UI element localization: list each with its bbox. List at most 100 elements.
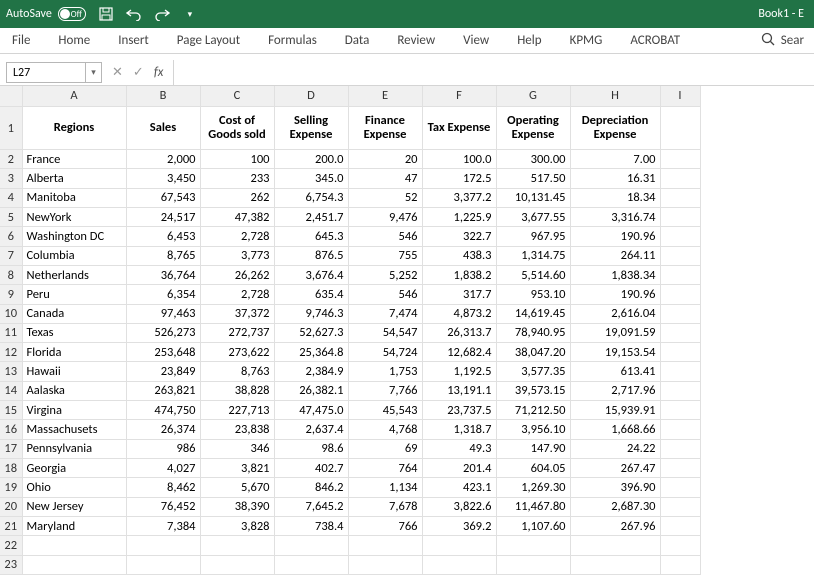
cell-sell[interactable]: 98.6 bbox=[274, 439, 348, 458]
cell-empty[interactable] bbox=[200, 555, 274, 574]
col-head-H[interactable]: H bbox=[570, 86, 660, 107]
search-icon[interactable] bbox=[761, 32, 775, 50]
row-head-12[interactable]: 12 bbox=[0, 343, 22, 362]
cell-tax[interactable]: 172.5 bbox=[422, 169, 496, 188]
cell-op[interactable]: 1,269.30 bbox=[496, 478, 570, 497]
cell-empty[interactable] bbox=[200, 536, 274, 555]
row-head-1[interactable]: 1 bbox=[0, 107, 22, 150]
tab-insert[interactable]: Insert bbox=[116, 29, 151, 52]
cancel-icon[interactable]: ✕ bbox=[112, 65, 123, 80]
header-cell[interactable]: Finance Expense bbox=[348, 107, 422, 150]
cell-op[interactable]: 39,573.15 bbox=[496, 381, 570, 400]
cell-fin[interactable]: 546 bbox=[348, 227, 422, 246]
cell-dep[interactable]: 267.96 bbox=[570, 516, 660, 535]
cell-fin[interactable]: 54,547 bbox=[348, 323, 422, 342]
cell-sell[interactable]: 2,637.4 bbox=[274, 420, 348, 439]
row-head-10[interactable]: 10 bbox=[0, 304, 22, 323]
cell-dep[interactable]: 190.96 bbox=[570, 285, 660, 304]
cell-tax[interactable]: 369.2 bbox=[422, 516, 496, 535]
cell-empty[interactable] bbox=[570, 555, 660, 574]
cell-tax[interactable]: 423.1 bbox=[422, 478, 496, 497]
cell-tax[interactable]: 12,682.4 bbox=[422, 343, 496, 362]
cell-sales[interactable]: 2,000 bbox=[126, 150, 200, 169]
cell-empty[interactable] bbox=[22, 555, 126, 574]
cell-cogs[interactable]: 38,390 bbox=[200, 497, 274, 516]
cell-op[interactable]: 300.00 bbox=[496, 150, 570, 169]
cell-dep[interactable]: 2,616.04 bbox=[570, 304, 660, 323]
tab-home[interactable]: Home bbox=[56, 29, 92, 52]
sheet-table[interactable]: ABCDEFGHI1RegionsSalesCost of Goods sold… bbox=[0, 86, 701, 575]
cell-sales[interactable]: 263,821 bbox=[126, 381, 200, 400]
cell-fin[interactable]: 546 bbox=[348, 285, 422, 304]
cell-cogs[interactable]: 3,773 bbox=[200, 246, 274, 265]
row-head-8[interactable]: 8 bbox=[0, 265, 22, 284]
cell-empty[interactable] bbox=[422, 555, 496, 574]
cell-sell[interactable]: 6,754.3 bbox=[274, 188, 348, 207]
cell-op[interactable]: 604.05 bbox=[496, 459, 570, 478]
cell-tax[interactable]: 4,873.2 bbox=[422, 304, 496, 323]
cell-region[interactable]: NewYork bbox=[22, 207, 126, 226]
cell-empty[interactable] bbox=[660, 169, 700, 188]
cell-sales[interactable]: 97,463 bbox=[126, 304, 200, 323]
row-head-14[interactable]: 14 bbox=[0, 381, 22, 400]
cell-empty[interactable] bbox=[496, 555, 570, 574]
cell-op[interactable]: 78,940.95 bbox=[496, 323, 570, 342]
cell-dep[interactable]: 1,838.34 bbox=[570, 265, 660, 284]
cell-region[interactable]: Washington DC bbox=[22, 227, 126, 246]
header-cell[interactable]: Depreciation Expense bbox=[570, 107, 660, 150]
cell-empty[interactable] bbox=[660, 516, 700, 535]
redo-icon[interactable] bbox=[154, 6, 170, 22]
cell-empty[interactable] bbox=[660, 497, 700, 516]
cell-empty[interactable] bbox=[660, 401, 700, 420]
cell-empty[interactable] bbox=[660, 323, 700, 342]
cell-tax[interactable]: 49.3 bbox=[422, 439, 496, 458]
cell-op[interactable]: 11,467.80 bbox=[496, 497, 570, 516]
cell-sell[interactable]: 402.7 bbox=[274, 459, 348, 478]
cell-op[interactable]: 1,314.75 bbox=[496, 246, 570, 265]
cell-sell[interactable]: 2,451.7 bbox=[274, 207, 348, 226]
cell-dep[interactable]: 19,153.54 bbox=[570, 343, 660, 362]
cell-dep[interactable]: 1,668.66 bbox=[570, 420, 660, 439]
cell-empty[interactable] bbox=[22, 536, 126, 555]
autosave-toggle[interactable]: AutoSave Off bbox=[6, 7, 86, 21]
cell-dep[interactable]: 396.90 bbox=[570, 478, 660, 497]
cell-empty[interactable] bbox=[660, 304, 700, 323]
cell-fin[interactable]: 69 bbox=[348, 439, 422, 458]
cell-sales[interactable]: 26,374 bbox=[126, 420, 200, 439]
cell-region[interactable]: Hawaii bbox=[22, 362, 126, 381]
cell-fin[interactable]: 755 bbox=[348, 246, 422, 265]
cell-op[interactable]: 953.10 bbox=[496, 285, 570, 304]
cell-tax[interactable]: 13,191.1 bbox=[422, 381, 496, 400]
name-box[interactable]: L27 bbox=[6, 62, 86, 83]
cell-fin[interactable]: 4,768 bbox=[348, 420, 422, 439]
select-all-corner[interactable] bbox=[0, 86, 22, 107]
search-label[interactable]: Sear bbox=[781, 33, 804, 48]
row-head-23[interactable]: 23 bbox=[0, 555, 22, 574]
cell-empty[interactable] bbox=[660, 381, 700, 400]
cell-sales[interactable]: 7,384 bbox=[126, 516, 200, 535]
cell-empty[interactable] bbox=[660, 188, 700, 207]
cell-cogs[interactable]: 2,728 bbox=[200, 227, 274, 246]
cell-region[interactable]: France bbox=[22, 150, 126, 169]
cell-cogs[interactable]: 262 bbox=[200, 188, 274, 207]
cell-empty[interactable] bbox=[274, 536, 348, 555]
cell-tax[interactable]: 26,313.7 bbox=[422, 323, 496, 342]
tab-review[interactable]: Review bbox=[395, 29, 437, 52]
fx-icon[interactable]: fx bbox=[154, 65, 164, 80]
cell-dep[interactable]: 24.22 bbox=[570, 439, 660, 458]
cell-empty[interactable] bbox=[660, 478, 700, 497]
row-head-22[interactable]: 22 bbox=[0, 536, 22, 555]
tab-help[interactable]: Help bbox=[515, 29, 543, 52]
cell-region[interactable]: Virgina bbox=[22, 401, 126, 420]
cell-sales[interactable]: 6,453 bbox=[126, 227, 200, 246]
cell-empty[interactable] bbox=[126, 536, 200, 555]
tab-page-layout[interactable]: Page Layout bbox=[175, 29, 242, 52]
cell-cogs[interactable]: 8,763 bbox=[200, 362, 274, 381]
cell-op[interactable]: 71,212.50 bbox=[496, 401, 570, 420]
cell-sales[interactable]: 474,750 bbox=[126, 401, 200, 420]
row-head-17[interactable]: 17 bbox=[0, 439, 22, 458]
cell-empty[interactable] bbox=[348, 555, 422, 574]
row-head-19[interactable]: 19 bbox=[0, 478, 22, 497]
cell-sales[interactable]: 526,273 bbox=[126, 323, 200, 342]
cell-region[interactable]: Netherlands bbox=[22, 265, 126, 284]
